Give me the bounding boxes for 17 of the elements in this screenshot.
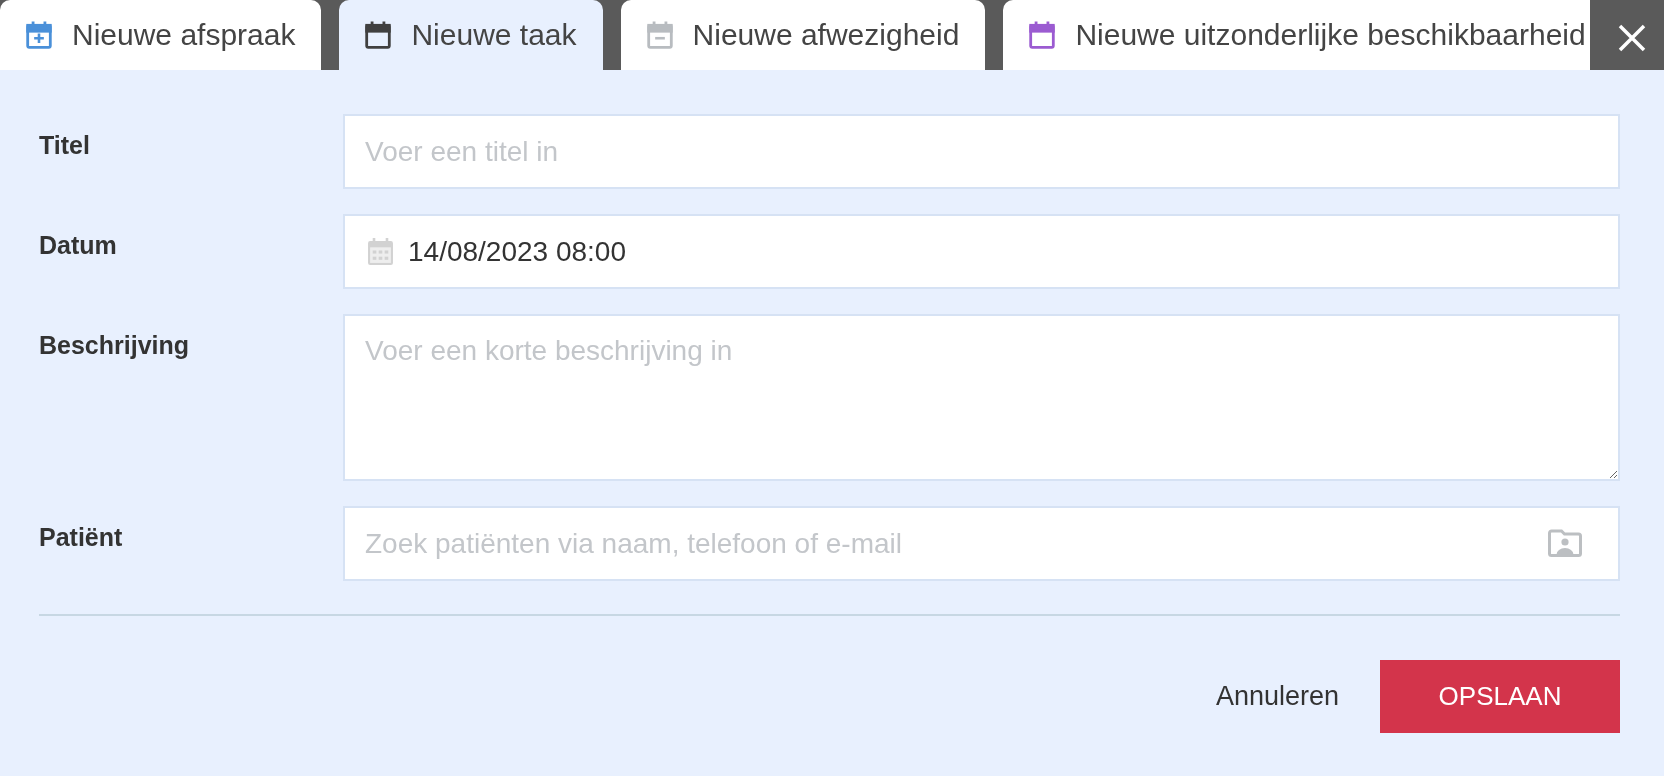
tab[interactable]: Nieuwe afspraak (0, 0, 322, 70)
text-field[interactable]: Voer een titel in (343, 114, 1620, 189)
field-label: Datum (39, 230, 117, 260)
tab[interactable]: Nieuwe taak (339, 0, 603, 70)
date-field[interactable]: 14/08/2023 08:00 (343, 214, 1620, 289)
tab[interactable]: Nieuwe afwezigheid (620, 0, 986, 70)
field-label: Titel (39, 130, 90, 160)
calendar-icon (368, 238, 393, 265)
field-label: Patiënt (39, 522, 123, 552)
folder-person-icon (1548, 529, 1582, 557)
save-button[interactable]: OPSLAAN (1380, 660, 1620, 733)
search-field[interactable]: Zoek patiënten via naam, telefoon of e-mail (343, 506, 1620, 581)
cancel-button[interactable]: Annuleren (1195, 660, 1359, 733)
tab[interactable]: Nieuwe uitzonderlijke beschikbaarheid (1003, 0, 1590, 70)
field-label: Beschrijving (39, 330, 190, 360)
close-icon (1618, 24, 1646, 52)
textarea-field[interactable]: Voer een korte beschrijving in (343, 314, 1620, 481)
